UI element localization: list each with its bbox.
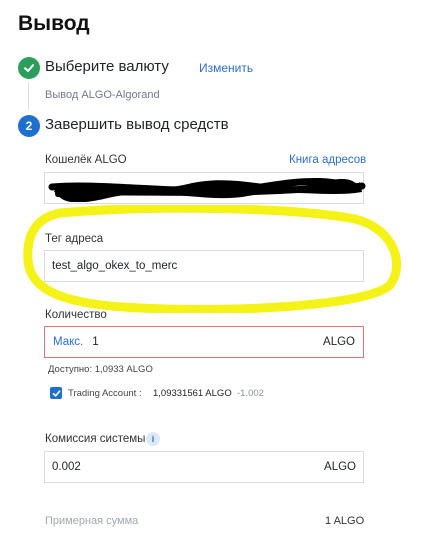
page-title: Вывод: [18, 12, 90, 35]
step-connector: [28, 82, 29, 110]
quantity-unit: ALGO: [323, 336, 355, 348]
available-balance: Доступно: 1,0933 ALGO: [48, 364, 153, 375]
quantity-input[interactable]: Макс. 1 ALGO: [44, 326, 364, 358]
wallet-label: Кошелёк ALGO: [45, 154, 127, 166]
quantity-label: Количество: [45, 309, 107, 321]
system-fee-input[interactable]: 0.002 ALGO: [44, 451, 364, 483]
approx-amount-value: 1 ALGO: [325, 515, 365, 527]
step1-detail: Вывод ALGO-Algorand: [45, 89, 160, 101]
trading-account-change: -1.002: [237, 388, 264, 399]
trading-account-checkbox[interactable]: [50, 387, 62, 399]
redaction-scribble: [48, 177, 366, 202]
step2-badge: 2: [18, 115, 40, 137]
check-icon: [24, 64, 34, 72]
fee-value: 0.002: [52, 461, 81, 473]
quantity-value: 1: [92, 336, 99, 348]
trading-account-label: Trading Account :: [68, 388, 142, 399]
info-icon[interactable]: i: [146, 432, 160, 446]
address-book-link[interactable]: Книга адресов: [289, 154, 366, 166]
highlight-ellipse: [23, 205, 402, 313]
fee-unit: ALGO: [324, 461, 356, 473]
step1-label: Выберите валюту: [45, 58, 169, 75]
checkmark-icon: [52, 389, 60, 397]
step1-complete-badge: [18, 57, 40, 79]
system-fee-label: Комиссия системы: [45, 433, 146, 445]
max-button[interactable]: Макс.: [53, 336, 83, 348]
step2-label: Завершить вывод средств: [45, 116, 229, 133]
change-currency-link[interactable]: Изменить: [199, 61, 253, 75]
approx-amount-label: Примерная сумма: [45, 515, 139, 527]
trading-account-value: 1,09331561 ALGO: [153, 388, 232, 399]
